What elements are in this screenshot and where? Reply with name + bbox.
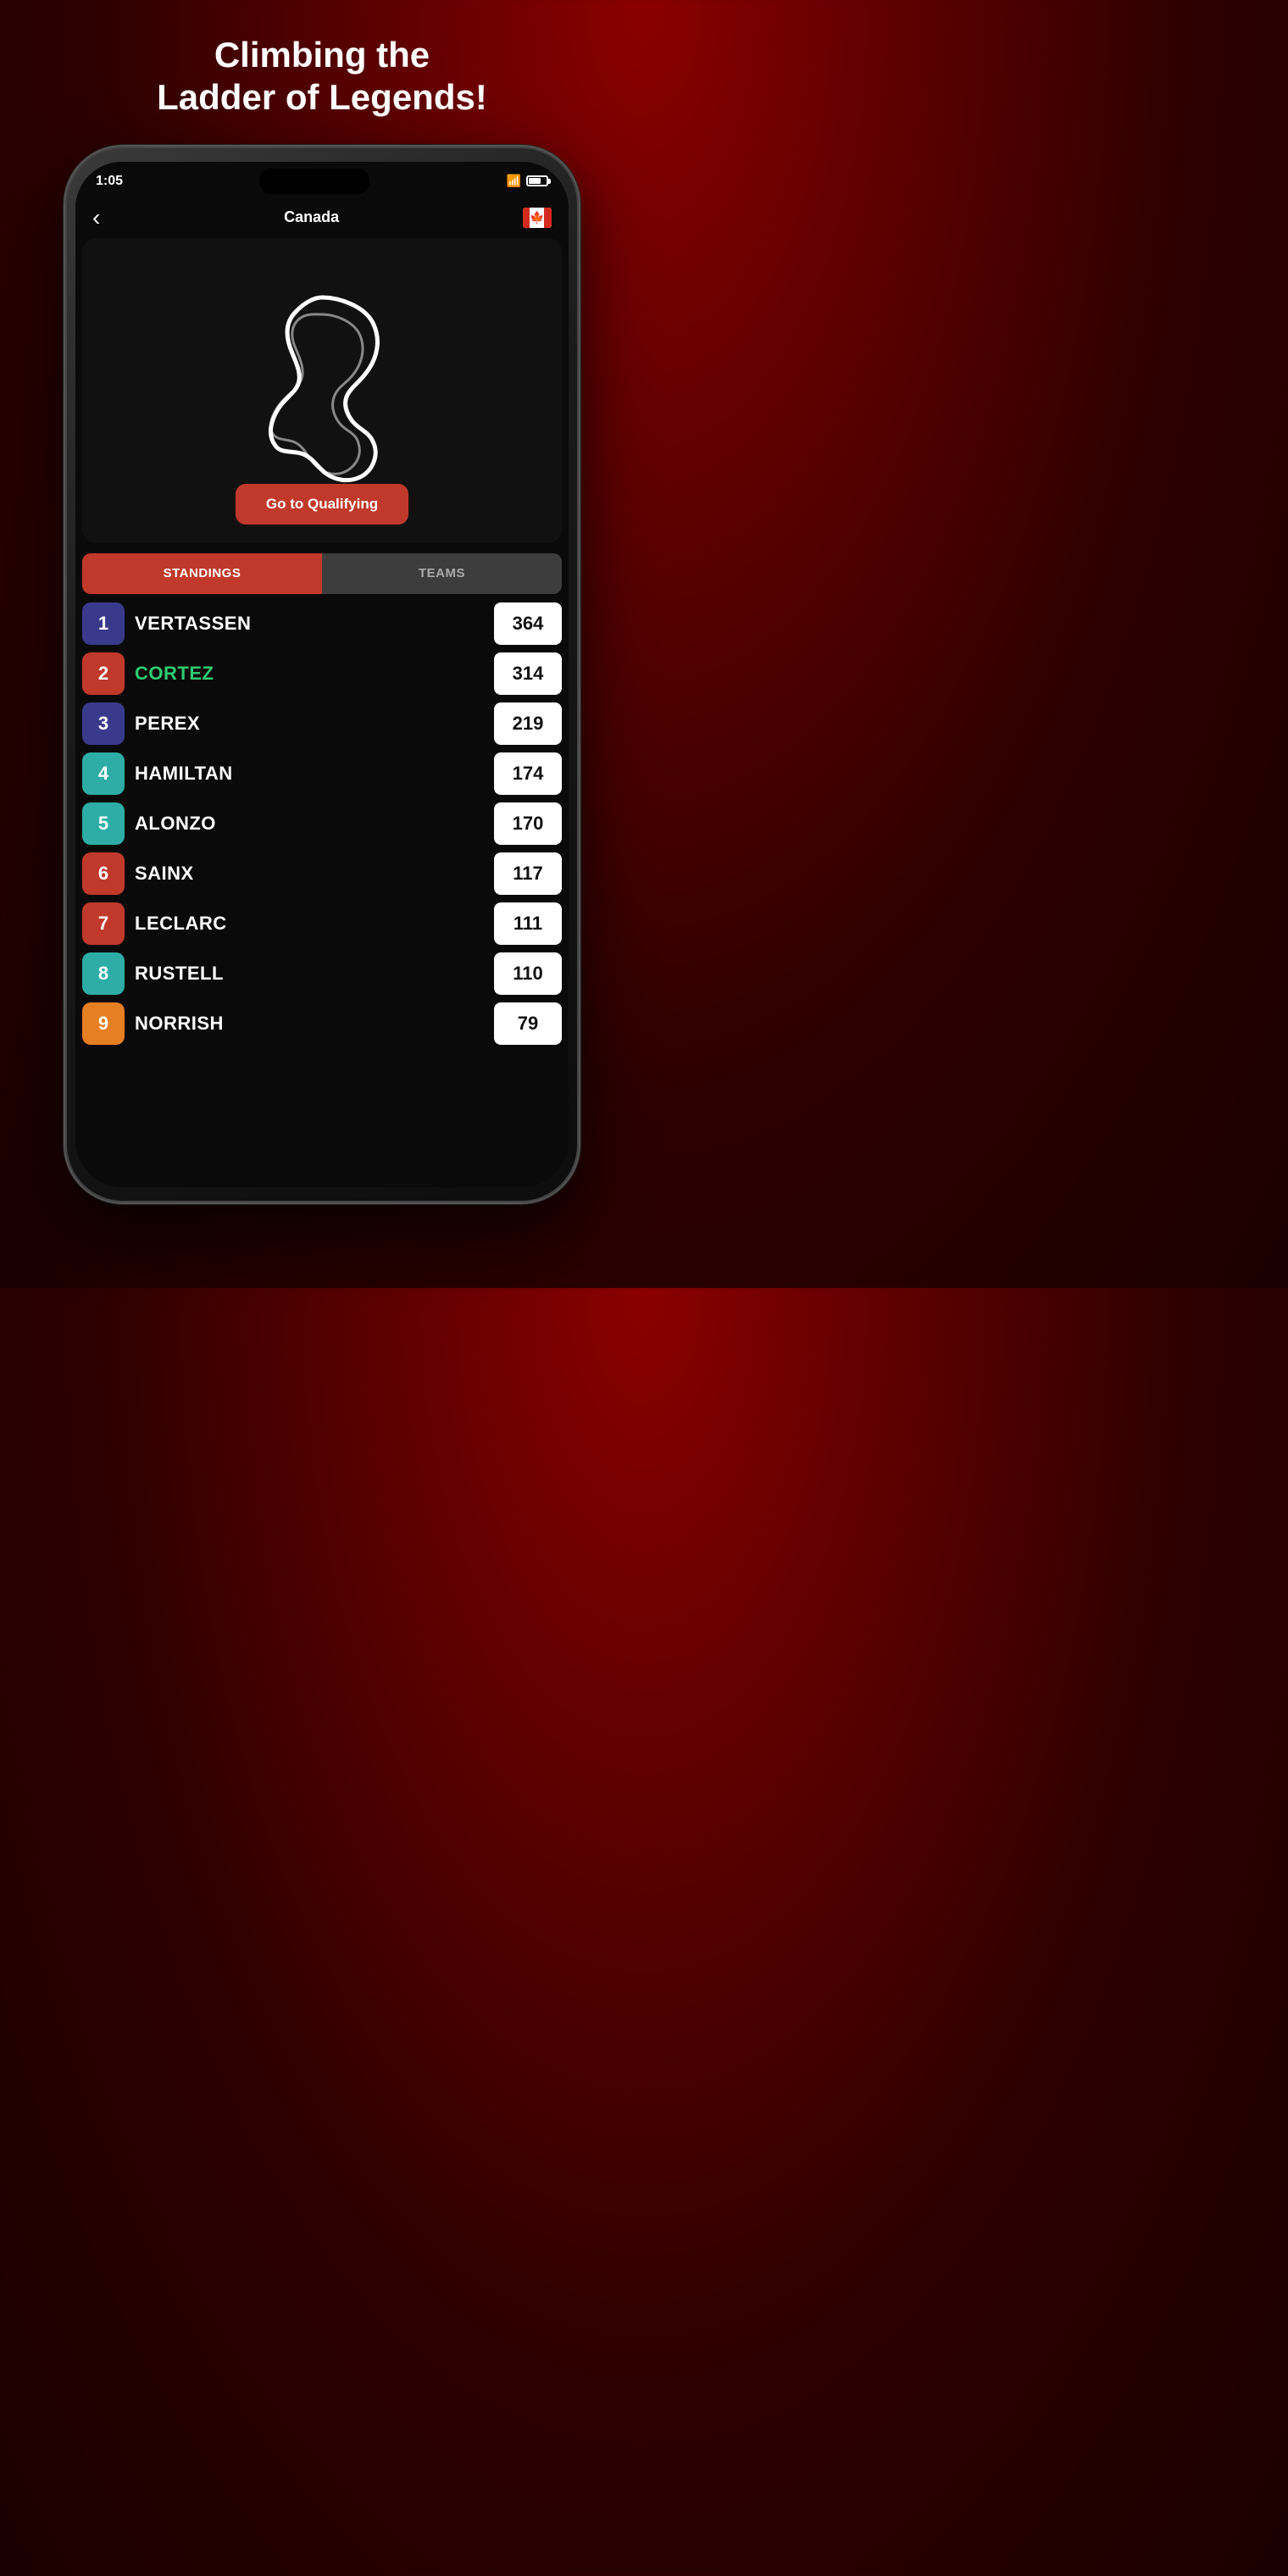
- driver-name: LECLARC: [135, 913, 484, 935]
- wifi-icon: 📶: [507, 174, 521, 188]
- driver-name: RUSTELL: [135, 963, 484, 985]
- driver-name: ALONZO: [135, 813, 484, 835]
- canada-flag: 🍁: [523, 208, 552, 228]
- volume-down-button: [64, 341, 65, 375]
- phone-screen: 1:05 📶 ‹ Canada 🍁: [75, 162, 569, 1187]
- table-row: 8 RUSTELL 110: [82, 951, 562, 997]
- points-badge: 364: [494, 602, 562, 645]
- points-badge: 170: [494, 802, 562, 845]
- points-badge: 111: [494, 902, 562, 945]
- status-icons: 📶: [507, 174, 548, 188]
- points-badge: 110: [494, 952, 562, 995]
- back-button[interactable]: ‹: [92, 206, 100, 230]
- table-row: 9 NORRISH 79: [82, 1001, 562, 1047]
- table-row: 3 PEREX 219: [82, 701, 562, 747]
- driver-name: NORRISH: [135, 1013, 484, 1035]
- driver-name: SAINX: [135, 863, 484, 885]
- battery-icon: [526, 175, 548, 186]
- tab-bar: STANDINGS TEAMS: [82, 553, 562, 594]
- points-badge: 314: [494, 652, 562, 695]
- status-bar: 1:05 📶: [75, 162, 569, 197]
- points-badge: 219: [494, 702, 562, 745]
- page-title: Climbing the Ladder of Legends!: [123, 34, 521, 119]
- dynamic-island: [259, 169, 369, 194]
- nav-bar: ‹ Canada 🍁: [75, 197, 569, 238]
- table-row: 6 SAINX 117: [82, 851, 562, 897]
- track-area: Go to Qualifying: [82, 238, 562, 543]
- position-badge: 8: [82, 952, 125, 995]
- side-button: [579, 316, 580, 367]
- table-row: 5 ALONZO 170: [82, 801, 562, 847]
- position-badge: 5: [82, 802, 125, 845]
- points-badge: 174: [494, 752, 562, 795]
- driver-name: CORTEZ: [135, 663, 484, 685]
- go-to-qualifying-button[interactable]: Go to Qualifying: [236, 484, 408, 525]
- phone-device: 1:05 📶 ‹ Canada 🍁: [64, 145, 580, 1204]
- position-badge: 7: [82, 902, 125, 945]
- points-badge: 117: [494, 852, 562, 895]
- nav-title: Canada: [284, 208, 339, 226]
- points-badge: 79: [494, 1002, 562, 1045]
- position-badge: 1: [82, 602, 125, 645]
- volume-up-button: [64, 299, 65, 333]
- status-time: 1:05: [96, 174, 123, 189]
- position-badge: 3: [82, 702, 125, 745]
- tab-standings[interactable]: STANDINGS: [82, 553, 322, 594]
- driver-name: PEREX: [135, 713, 484, 735]
- position-badge: 9: [82, 1002, 125, 1045]
- position-badge: 6: [82, 852, 125, 895]
- table-row: 7 LECLARC 111: [82, 901, 562, 947]
- tab-teams[interactable]: TEAMS: [322, 553, 562, 594]
- driver-name: HAMILTAN: [135, 763, 484, 785]
- standings-list: 1 VERTASSEN 364 2 CORTEZ 314 3 PEREX 219 4 HAMILTA…: [75, 601, 569, 1047]
- track-svg: [203, 272, 441, 509]
- maple-leaf-icon: 🍁: [530, 210, 544, 225]
- position-badge: 2: [82, 652, 125, 695]
- driver-name: VERTASSEN: [135, 613, 484, 635]
- table-row: 2 CORTEZ 314: [82, 651, 562, 697]
- table-row: 4 HAMILTAN 174: [82, 751, 562, 797]
- table-row: 1 VERTASSEN 364: [82, 601, 562, 647]
- position-badge: 4: [82, 752, 125, 795]
